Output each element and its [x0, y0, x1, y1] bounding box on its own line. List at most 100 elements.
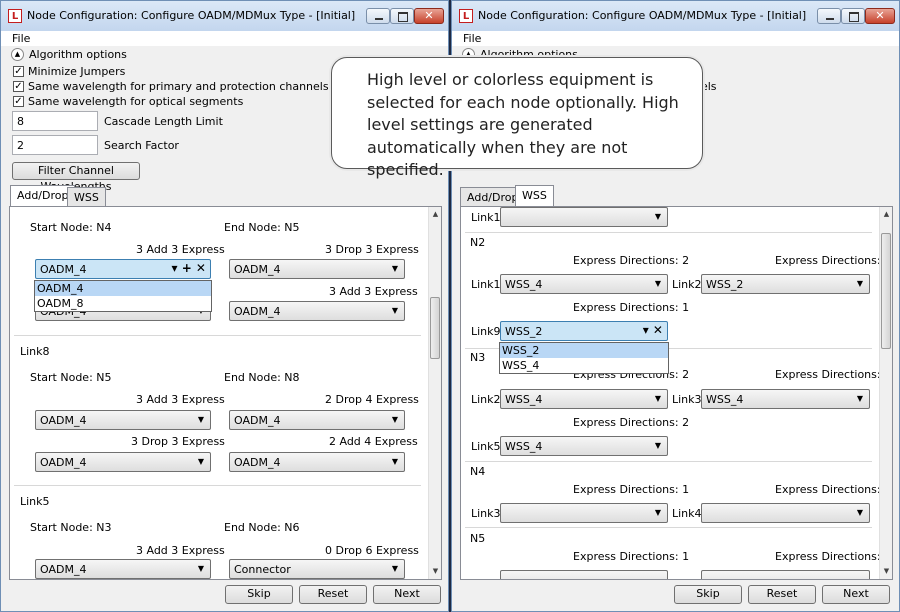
collapse-icon[interactable]: ▲	[11, 48, 24, 61]
oadm-dropdown-list: OADM_4 OADM_8	[34, 280, 212, 312]
combo-tools-icon[interactable]: ▾ ✕	[643, 323, 663, 337]
reset-button[interactable]: Reset	[299, 585, 367, 604]
chevron-down-icon: ▼	[197, 564, 204, 573]
minimize-button[interactable]	[817, 8, 841, 24]
combo-value: OADM_4	[234, 263, 281, 276]
wss-combo-open[interactable]: WSS_2 ▾ ✕	[500, 321, 668, 341]
link-label: Link3	[672, 393, 702, 406]
next-button[interactable]: Next	[822, 585, 890, 604]
scroll-up-icon[interactable]: ▲	[429, 210, 441, 218]
oadm-combo[interactable]: OADM_4 ▼	[229, 410, 405, 430]
close-button[interactable]	[865, 8, 895, 24]
oadm-combo[interactable]: OADM_4 ▼	[229, 301, 405, 321]
wss-combo[interactable]	[500, 570, 668, 579]
dropdown-option[interactable]: OADM_8	[35, 296, 211, 311]
dropdown-option[interactable]: WSS_4	[500, 358, 668, 373]
same-wavelength-segments-checkbox[interactable]: ✓	[13, 96, 24, 107]
divider	[14, 485, 421, 486]
add-express-label: 3 Add 3 Express	[329, 285, 418, 298]
express-directions-label: Express Directions: 1	[775, 483, 892, 496]
oadm-combo[interactable]: OADM_4 ▼	[35, 452, 211, 472]
start-node-label: Start Node: N4	[30, 221, 112, 234]
wss-combo[interactable]	[701, 570, 870, 579]
combo-value: Connector	[234, 563, 291, 576]
scroll-thumb[interactable]	[881, 233, 891, 349]
skip-button[interactable]: Skip	[674, 585, 742, 604]
divider	[465, 232, 872, 233]
same-wavelength-segments-label: Same wavelength for optical segments	[28, 95, 244, 108]
wss-combo[interactable]: ▼	[500, 207, 668, 227]
oadm-combo[interactable]: OADM_4 ▼	[35, 410, 211, 430]
connector-combo[interactable]: Connector ▼	[229, 559, 405, 579]
start-node-label: Start Node: N3	[30, 521, 112, 534]
cascade-length-input[interactable]: 8	[12, 111, 98, 131]
oadm-combo-open[interactable]: OADM_4 ▾ + ✕	[35, 259, 211, 279]
express-directions-label: Express Directions: 1	[775, 254, 892, 267]
minimize-button[interactable]	[366, 8, 390, 24]
chevron-down-icon: ▼	[856, 279, 863, 288]
link-label: Link1	[471, 211, 501, 224]
vertical-scrollbar[interactable]: ▲ ▼	[879, 207, 892, 579]
combo-value: WSS_4	[505, 440, 543, 453]
link-label: Link5	[471, 440, 501, 453]
express-directions-label: Express Directions: 1	[775, 550, 892, 563]
next-button[interactable]: Next	[373, 585, 441, 604]
wss-combo[interactable]: WSS_4 ▼	[500, 436, 668, 456]
oadm-combo[interactable]: OADM_4 ▼	[229, 452, 405, 472]
drop-express-label: 3 Drop 3 Express	[325, 243, 419, 256]
minimize-jumpers-checkbox[interactable]: ✓	[13, 66, 24, 77]
combo-value: WSS_2	[505, 325, 543, 338]
dropdown-option[interactable]: WSS_2	[500, 343, 668, 358]
node-name: N5	[470, 532, 486, 545]
app-icon: L	[8, 9, 22, 23]
app-icon: L	[459, 9, 473, 23]
reset-button[interactable]: Reset	[748, 585, 816, 604]
minimize-jumpers-label: Minimize Jumpers	[28, 65, 126, 78]
combo-value: OADM_4	[40, 456, 87, 469]
wss-combo[interactable]: WSS_4 ▼	[701, 389, 870, 409]
search-factor-label: Search Factor	[104, 139, 179, 152]
scroll-thumb[interactable]	[430, 297, 440, 359]
close-button[interactable]	[414, 8, 444, 24]
wss-combo[interactable]: WSS_4 ▼	[500, 389, 668, 409]
maximize-button[interactable]	[841, 8, 865, 24]
filter-channel-wavelengths-button[interactable]: Filter Channel Wavelengths	[12, 162, 140, 193]
scroll-down-icon[interactable]: ▼	[429, 567, 441, 575]
menu-file[interactable]: File	[463, 32, 481, 45]
combo-value: OADM_4	[234, 305, 281, 318]
scroll-up-icon[interactable]: ▲	[880, 210, 892, 218]
node-name: N3	[470, 351, 486, 364]
wss-panel: Link1 ▼ N2 Express Directions: 2 Express…	[460, 206, 893, 580]
algorithm-options-label[interactable]: Algorithm options	[29, 48, 127, 61]
title-bar[interactable]: L Node Configuration: Configure OADM/MDM…	[1, 1, 448, 32]
menu-file[interactable]: File	[12, 32, 30, 45]
link-label: Link9	[471, 325, 501, 338]
wss-combo[interactable]: ▼	[500, 503, 668, 523]
skip-button[interactable]: Skip	[225, 585, 293, 604]
wss-combo[interactable]: ▼	[701, 503, 870, 523]
combo-tools-icon[interactable]: ▾ + ✕	[172, 261, 207, 275]
add-express-label: 3 Add 3 Express	[136, 544, 225, 557]
divider	[465, 461, 872, 462]
link-label: Link3	[471, 507, 501, 520]
vertical-scrollbar[interactable]: ▲ ▼	[428, 207, 441, 579]
combo-value: WSS_2	[706, 278, 744, 291]
chevron-down-icon: ▼	[856, 394, 863, 403]
combo-value: OADM_4	[40, 414, 87, 427]
title-bar[interactable]: L Node Configuration: Configure OADM/MDM…	[452, 1, 899, 32]
window-title: Node Configuration: Configure OADM/MDMux…	[27, 9, 356, 22]
wss-combo[interactable]: WSS_2 ▼	[701, 274, 870, 294]
tab-add-drop[interactable]: Add/Drop	[10, 185, 76, 207]
search-factor-input[interactable]: 2	[12, 135, 98, 155]
oadm-combo[interactable]: OADM_4 ▼	[35, 559, 211, 579]
tab-wss[interactable]: WSS	[515, 185, 554, 207]
same-wavelength-protection-checkbox[interactable]: ✓	[13, 81, 24, 92]
oadm-combo[interactable]: OADM_4 ▼	[229, 259, 405, 279]
express-directions-label: Express Directions: 1	[573, 550, 690, 563]
scroll-down-icon[interactable]: ▼	[880, 567, 892, 575]
end-node-label: End Node: N8	[224, 371, 300, 384]
dropdown-option[interactable]: OADM_4	[35, 281, 211, 296]
tab-wss[interactable]: WSS	[67, 187, 106, 207]
maximize-button[interactable]	[390, 8, 414, 24]
wss-combo[interactable]: WSS_4 ▼	[500, 274, 668, 294]
